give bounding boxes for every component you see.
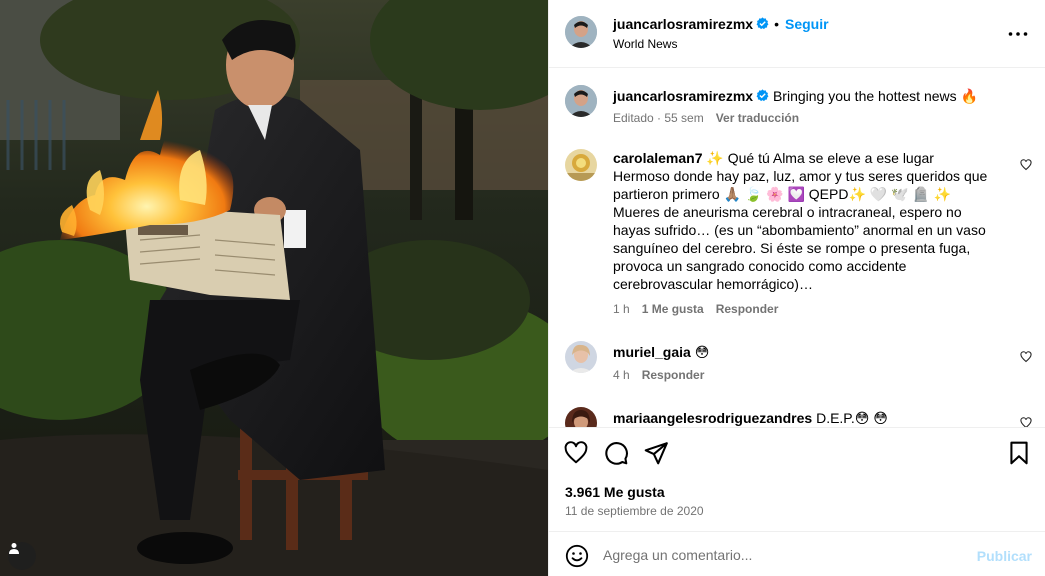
comment-body: carolaleman7 ✨ Qué tú Alma se eleve a es… (613, 149, 993, 293)
comment-body: muriel_gaia 😳 (613, 343, 993, 361)
save-button[interactable] (1006, 440, 1034, 468)
share-button[interactable] (643, 440, 671, 468)
bookmark-icon (1010, 441, 1028, 465)
verified-badge-icon (756, 89, 769, 102)
heart-icon (564, 441, 588, 464)
caption-username[interactable]: juancarlosramirezmx (613, 88, 753, 104)
emoji-button[interactable] (565, 544, 589, 568)
comment-icon (605, 442, 628, 465)
comment-button[interactable] (603, 440, 631, 468)
comment-text: 😳 (694, 344, 710, 360)
more-options-icon (1008, 32, 1028, 36)
comment-body: mariaangelesrodriguezandres D.E.P.😳 😳 (613, 409, 993, 427)
user-tag-icon (9, 543, 19, 554)
post-side-panel: juancarlosramirezmx • Seguir World News (548, 0, 1045, 576)
owner-avatar[interactable] (565, 16, 597, 48)
share-icon (644, 442, 668, 465)
comment-avatar[interactable] (565, 407, 597, 427)
post-viewer: juancarlosramirezmx • Seguir World News (0, 0, 1045, 576)
comment-username[interactable]: carolaleman7 (613, 150, 703, 166)
follow-button[interactable]: Seguir (785, 16, 829, 32)
comment-likes[interactable]: 1 Me gusta (642, 302, 704, 316)
caption-edited: Editado · 55 sem (613, 111, 704, 125)
caption-text-line: juancarlosramirezmx Bringing you the hot… (613, 87, 993, 105)
like-button[interactable] (563, 440, 591, 468)
comment-text: ✨ Qué tú Alma se eleve a ese lugar Hermo… (613, 150, 988, 292)
emoji-icon (565, 544, 589, 568)
comment-like-button[interactable] (1020, 416, 1034, 427)
user-tag-button[interactable] (8, 542, 36, 570)
comment-like-button[interactable] (1020, 158, 1034, 172)
owner-username[interactable]: juancarlosramirezmx (613, 16, 753, 32)
heart-icon (1020, 351, 1032, 363)
comment-input[interactable] (603, 545, 963, 565)
heart-icon (1020, 159, 1032, 171)
reply-button[interactable]: Responder (642, 368, 705, 382)
comment-composer: Publicar (549, 531, 1045, 576)
publish-button[interactable]: Publicar (977, 548, 1032, 564)
comment-like-button[interactable] (1020, 350, 1034, 364)
translate-link[interactable]: Ver traducción (716, 111, 799, 125)
comment-time[interactable]: 4 h (613, 368, 630, 382)
caption-meta: Editado · 55 sem Ver traducción (613, 111, 811, 125)
post-date[interactable]: 11 de septiembre de 2020 (565, 504, 704, 518)
more-options-button[interactable] (1006, 22, 1030, 46)
post-location[interactable]: World News (613, 37, 677, 51)
verified-badge-icon (756, 17, 769, 30)
caption-text: Bringing you the hottest news 🔥 (772, 88, 978, 104)
reply-button[interactable]: Responder (716, 302, 779, 316)
comment-username[interactable]: mariaangelesrodriguezandres (613, 410, 812, 426)
heart-icon (1020, 417, 1032, 427)
comment-avatar[interactable] (565, 149, 597, 181)
comment-avatar[interactable] (565, 341, 597, 373)
comment-meta: 4 h Responder (613, 368, 716, 382)
comment-username[interactable]: muriel_gaia (613, 344, 691, 360)
post-actions: 3.961 Me gusta 11 de septiembre de 2020 (549, 427, 1045, 531)
post-header: juancarlosramirezmx • Seguir World News (549, 0, 1045, 68)
comment-text: D.E.P.😳 😳 (816, 410, 888, 426)
separator-dot: • (774, 16, 779, 32)
post-photo[interactable] (0, 0, 548, 576)
comment-meta: 1 h 1 Me gusta Responder (613, 302, 790, 316)
comment-time[interactable]: 1 h (613, 302, 630, 316)
likes-count[interactable]: 3.961 Me gusta (565, 484, 665, 500)
caption-avatar[interactable] (565, 85, 597, 117)
owner-line: juancarlosramirezmx • Seguir (613, 16, 829, 32)
comments-list[interactable]: juancarlosramirezmx Bringing you the hot… (549, 69, 1045, 427)
photo-illustration (0, 0, 548, 576)
